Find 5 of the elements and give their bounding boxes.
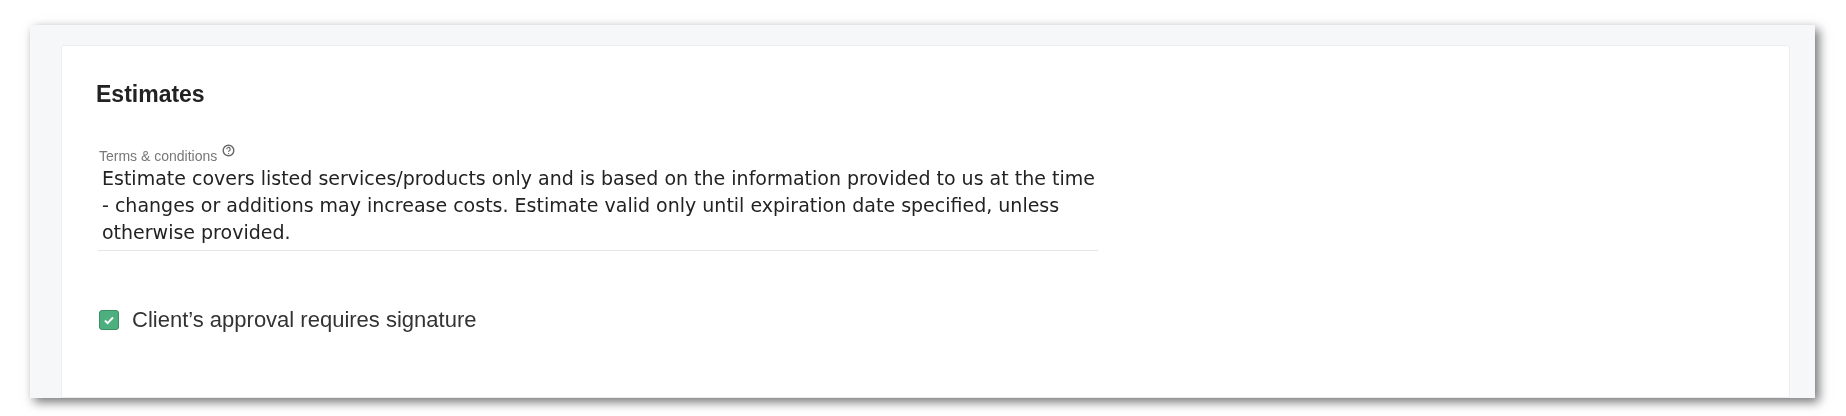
field-label: Terms & conditions <box>99 147 218 165</box>
help-icon[interactable] <box>222 144 236 157</box>
checkbox[interactable] <box>99 310 119 330</box>
terms-text-area[interactable]: Estimate covers listed services/products only and is based on the information provided to us at the time - changes or additions may increase costs. Estimate valid only until expiration date specified, unless otherwise provided. <box>98 165 1098 251</box>
section-title: Estimates <box>96 80 205 109</box>
